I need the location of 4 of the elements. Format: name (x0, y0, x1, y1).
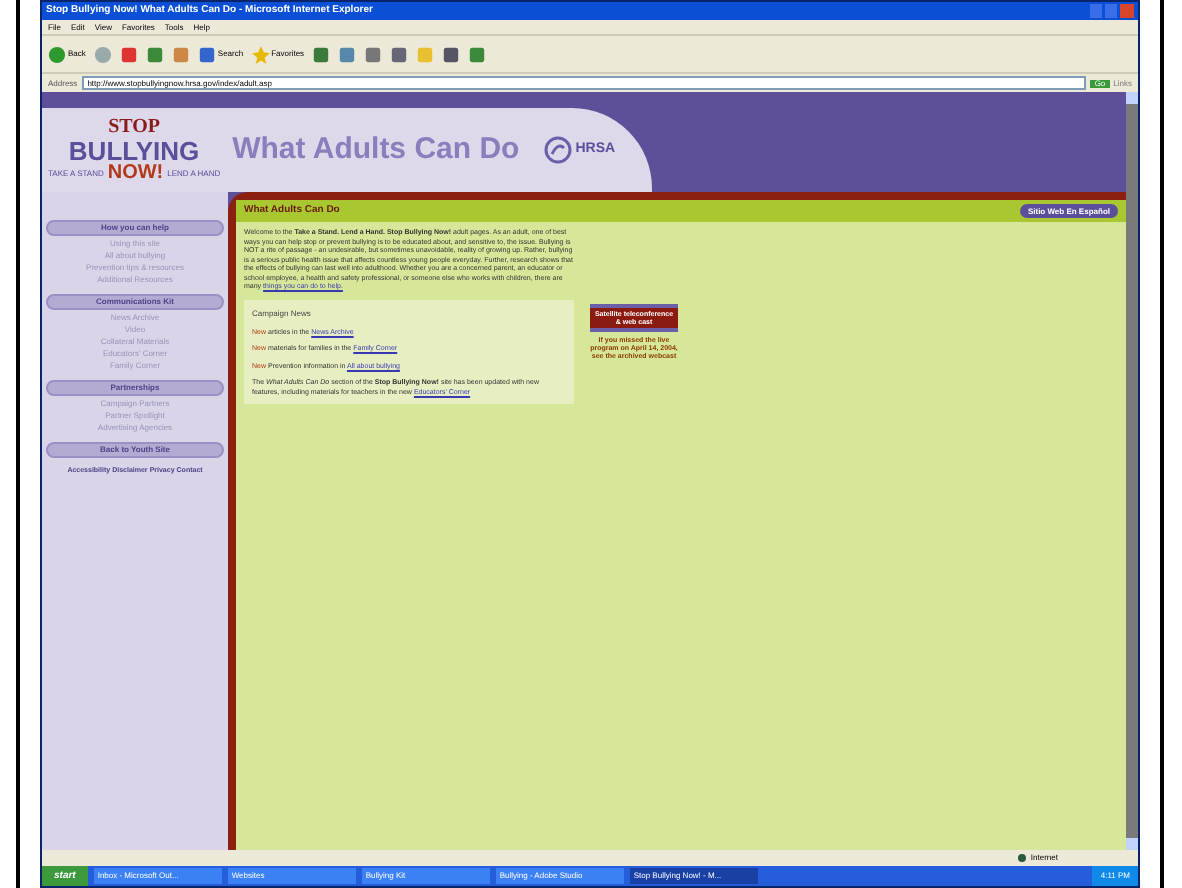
page-heading: What Adults Can Do (232, 129, 520, 170)
eagle-seal-icon (543, 136, 572, 164)
globe-icon (1018, 854, 1027, 862)
back-icon[interactable] (48, 45, 66, 63)
